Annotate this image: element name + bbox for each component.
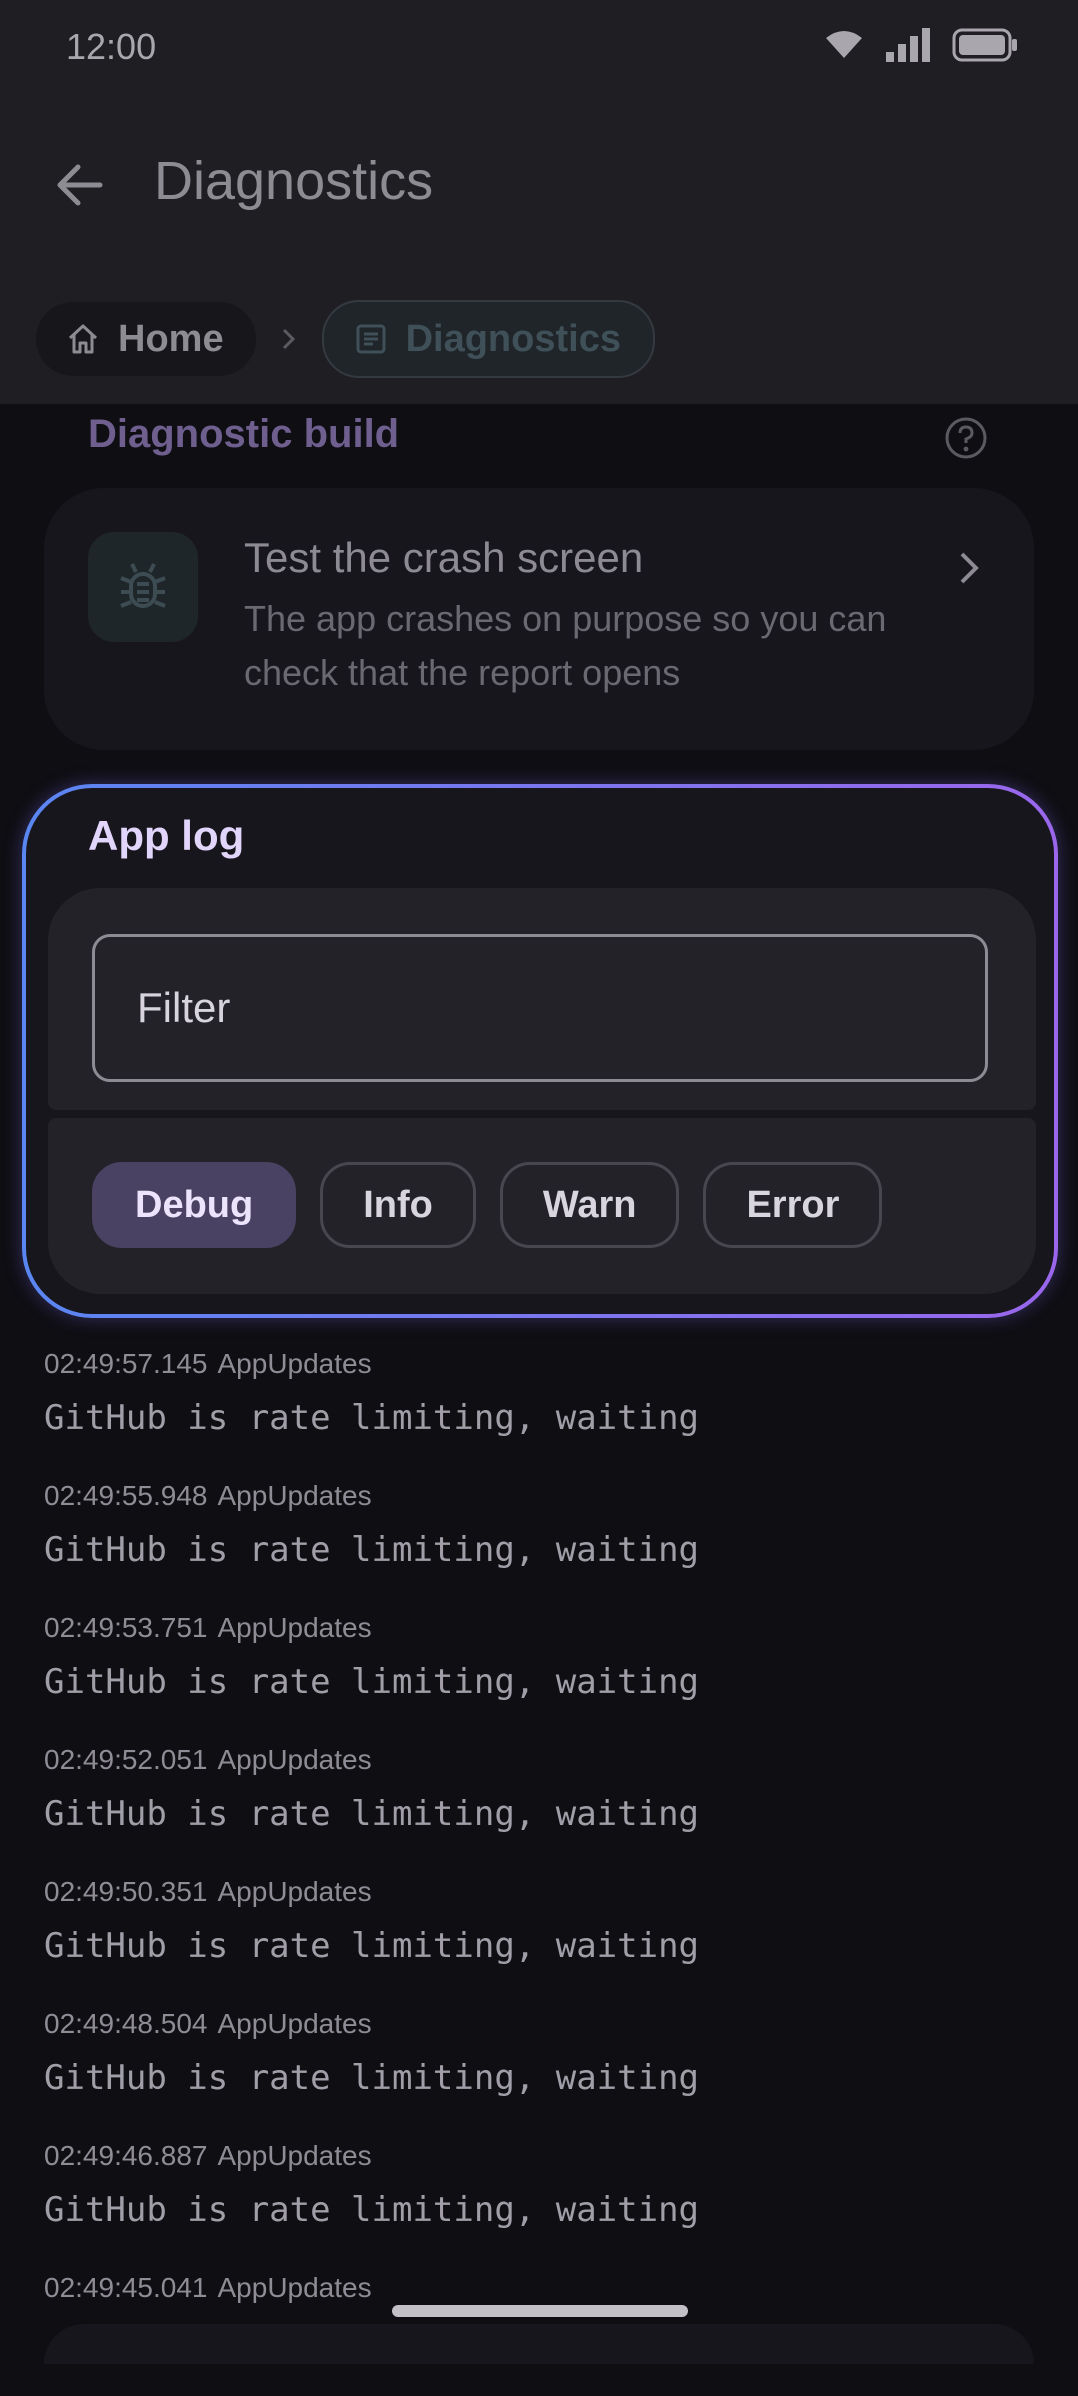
log-entry[interactable]: 02:49:55.948 AppUpdates GitHub is rate li… xyxy=(44,1472,1044,1604)
bottom-sheet-edge xyxy=(44,2324,1034,2364)
log-time: 02:49:50.351 xyxy=(44,1876,208,1907)
breadcrumb-diagnostics[interactable]: Diagnostics xyxy=(321,300,655,378)
log-level-container: Debug Info Warn Error xyxy=(48,1118,1036,1294)
diagnostic-build-heading: Diagnostic build xyxy=(88,412,400,456)
app-log-title: App log xyxy=(88,812,245,859)
app-log-panel: App log Filter Debug Info Warn Error xyxy=(22,784,1058,1318)
chip-warn[interactable]: Warn xyxy=(499,1162,680,1248)
help-circle-icon[interactable] xyxy=(944,416,988,460)
test-crash-card[interactable]: Test the crash screen The app crashes on… xyxy=(44,488,1034,750)
signal-icon xyxy=(886,28,930,62)
log-tag: AppUpdates xyxy=(217,2008,372,2039)
bug-icon xyxy=(120,563,166,608)
log-message: GitHub is rate limiting, waiting xyxy=(44,1530,700,1570)
breadcrumb-home-label: Home xyxy=(118,317,224,360)
wifi-icon xyxy=(826,31,862,58)
log-tag: AppUpdates xyxy=(217,1744,372,1775)
breadcrumb-diagnostics-label: Diagnostics xyxy=(405,317,621,360)
back-button[interactable] xyxy=(46,152,112,218)
log-entry[interactable]: 02:49:53.751 AppUpdates GitHub is rate li… xyxy=(44,1604,1044,1736)
log-entry[interactable]: 02:49:48.504 AppUpdates GitHub is rate li… xyxy=(44,2000,1044,2132)
log-time: 02:49:57.145 xyxy=(44,1348,208,1379)
log-level-chips: Debug Info Warn Error xyxy=(92,1162,883,1248)
log-time: 02:49:53.751 xyxy=(44,1612,208,1643)
log-tag: AppUpdates xyxy=(217,1612,372,1643)
log-list: 02:49:57.145 AppUpdates GitHub is rate li… xyxy=(44,1340,1044,2396)
page-title: Diagnostics xyxy=(154,151,434,211)
top-app-bar-region: 12:00 Diagnostics Home Diagnostics xyxy=(0,0,1078,404)
log-entry[interactable]: 02:49:50.351 AppUpdates GitHub is rate li… xyxy=(44,1868,1044,2000)
gesture-handle[interactable] xyxy=(392,2305,688,2317)
log-tag: AppUpdates xyxy=(217,1348,372,1379)
document-icon xyxy=(356,324,386,354)
status-bar: 12:00 xyxy=(0,0,1078,100)
filter-input[interactable]: Filter xyxy=(92,934,988,1082)
log-time: 02:49:52.051 xyxy=(44,1744,208,1775)
breadcrumb: Home Diagnostics xyxy=(36,300,655,378)
log-tag: AppUpdates xyxy=(217,2140,372,2171)
chevron-right-icon xyxy=(274,327,304,351)
log-message: GitHub is rate limiting, waiting xyxy=(44,1794,700,1834)
log-tag: AppUpdates xyxy=(217,2272,372,2303)
log-message: GitHub is rate limiting, waiting xyxy=(44,1662,700,1702)
log-time: 02:49:46.887 xyxy=(44,2140,208,2171)
crash-card-title: Test the crash screen xyxy=(244,534,644,581)
chip-info[interactable]: Info xyxy=(320,1162,476,1248)
log-time: 02:49:55.948 xyxy=(44,1480,208,1511)
log-message: GitHub is rate limiting, waiting xyxy=(44,1398,700,1438)
breadcrumb-home[interactable]: Home xyxy=(36,302,256,376)
app-bar: Diagnostics xyxy=(0,130,1078,240)
log-entry[interactable]: 02:49:52.051 AppUpdates GitHub is rate li… xyxy=(44,1736,1044,1868)
log-tag: AppUpdates xyxy=(217,1876,372,1907)
status-icons xyxy=(824,28,1018,62)
log-time: 02:49:45.041 xyxy=(44,2272,208,2303)
home-icon xyxy=(68,324,98,354)
chip-error[interactable]: Error xyxy=(703,1162,883,1248)
log-message: GitHub is rate limiting, waiting xyxy=(44,1926,700,1966)
status-time: 12:00 xyxy=(66,26,157,67)
chip-debug[interactable]: Debug xyxy=(92,1162,297,1248)
log-time: 02:49:48.504 xyxy=(44,2008,208,2039)
log-tag: AppUpdates xyxy=(217,1480,372,1511)
battery-icon xyxy=(952,28,1017,62)
filter-container: Filter xyxy=(48,888,1036,1110)
crash-card-subtitle: The app crashes on purpose so you can ch… xyxy=(244,598,887,693)
bug-icon-container xyxy=(88,532,198,642)
log-message: GitHub is rate limiting, waiting xyxy=(44,2058,700,2098)
log-entry[interactable]: 02:49:46.887 AppUpdates GitHub is rate li… xyxy=(44,2132,1044,2264)
chevron-right-icon xyxy=(960,552,979,584)
log-entry[interactable]: 02:49:57.145 AppUpdates GitHub is rate li… xyxy=(44,1340,1044,1472)
arrow-left-icon xyxy=(57,164,103,206)
log-message: GitHub is rate limiting, waiting xyxy=(44,2190,700,2230)
